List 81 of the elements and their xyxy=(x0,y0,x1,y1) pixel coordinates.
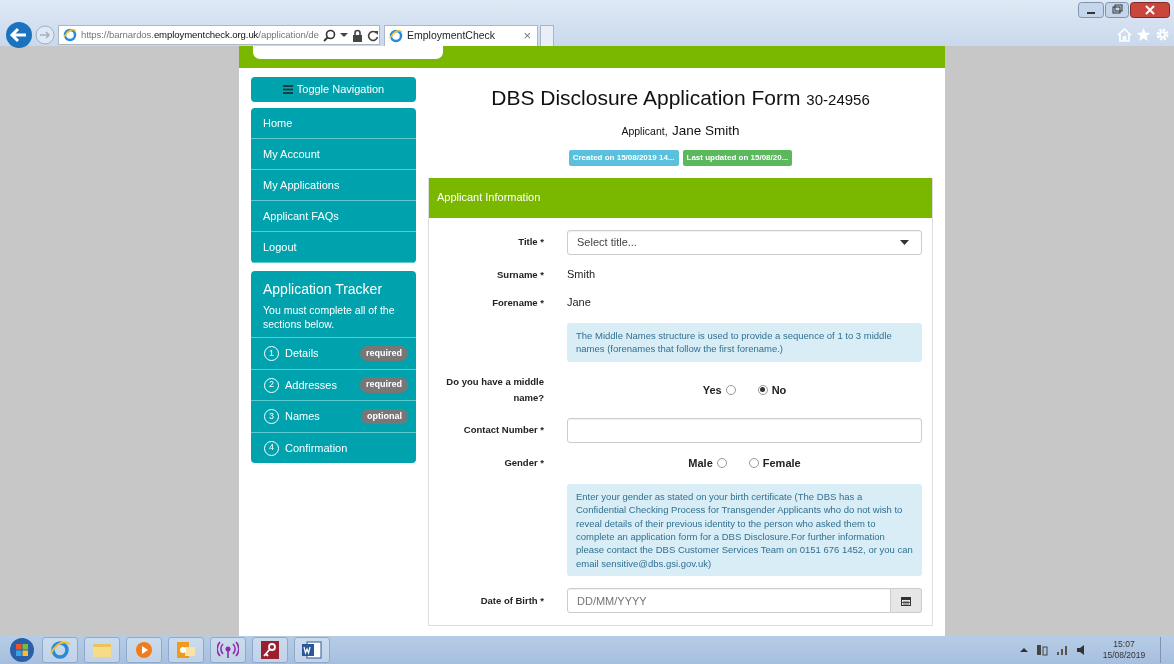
nav-link[interactable]: Applicant FAQs xyxy=(251,201,416,232)
field-label: Title * xyxy=(517,234,544,249)
date-badge: Last updated on 15/08/20... xyxy=(682,149,793,166)
calendar-icon xyxy=(901,595,911,606)
search-icon[interactable] xyxy=(322,28,336,42)
star-icon[interactable] xyxy=(1136,27,1151,42)
browser-tab[interactable]: EmploymentCheck × xyxy=(384,25,538,46)
podcast-taskbar-button[interactable] xyxy=(210,637,246,663)
lock-icon xyxy=(351,28,363,42)
mail-app-icon xyxy=(175,640,197,660)
nav-link[interactable]: Home xyxy=(251,108,416,139)
tab-title: EmploymentCheck xyxy=(407,28,496,44)
tracker-note: You must complete all of the sections below. xyxy=(263,304,396,332)
menu-icon xyxy=(282,85,293,94)
field-label: Contact Number * xyxy=(462,423,544,438)
title-select[interactable]: Select title... xyxy=(567,229,922,255)
contact-number-field[interactable] xyxy=(567,418,922,444)
tracker-step[interactable]: 2 Addresses required xyxy=(251,368,416,401)
nav-link[interactable]: My Account xyxy=(251,139,416,170)
toggle-navigation-button[interactable]: Toggle Navigation xyxy=(251,77,416,102)
tracker-title: Application Tracker xyxy=(263,280,384,299)
status-badge: required xyxy=(360,345,408,362)
address-bar[interactable]: https://barnardos.employmentcheck.org.uk/application/de xyxy=(58,25,380,45)
radio-option[interactable]: Yes xyxy=(702,381,736,399)
info-note: Enter your gender as stated on your birth certificate (The DBS has a Confidential Checking Process for Transgender Applicants who do not wish to reveal details of their previous identity to the person who asked them to complete an application form for a DBS Disclosure.For further information please contact the DBS Customer Services Team on 0151 676 1452, or you can email sensitive@dbs.gsi.gov.uk) xyxy=(567,483,922,577)
tracker-step[interactable]: 4 Confirmation xyxy=(251,431,416,464)
tab-close-button[interactable]: × xyxy=(523,26,531,46)
key-icon xyxy=(260,640,280,660)
step-label: Details xyxy=(285,346,319,362)
browser-logo-icon xyxy=(49,640,71,660)
date-badge: Created on 15/08/2019 14... xyxy=(568,149,679,166)
back-icon[interactable] xyxy=(5,21,33,49)
field-label: Gender * xyxy=(503,456,544,471)
tracker-step[interactable]: 1 Details required xyxy=(251,337,416,369)
field-value: Smith xyxy=(567,267,597,283)
minimize-icon[interactable] xyxy=(1078,2,1104,18)
field-label: Date of Birth * xyxy=(479,593,544,608)
step-label: Addresses xyxy=(285,377,337,393)
field-label: Do you have a middle name? xyxy=(445,374,544,405)
url-text: https://barnardos.employmentcheck.org.uk/application/de xyxy=(81,27,319,42)
nav-link[interactable]: My Applications xyxy=(251,170,416,201)
tray-arrow-icon[interactable] xyxy=(1020,647,1028,653)
tray-device-icon[interactable] xyxy=(1036,644,1048,656)
nav-link[interactable]: Logout xyxy=(251,232,416,263)
media-player-taskbar-button[interactable] xyxy=(126,637,162,663)
play-icon xyxy=(134,640,154,660)
radio-option[interactable]: Male xyxy=(688,455,727,472)
field-label: Forename * xyxy=(491,295,544,310)
calendar-button[interactable] xyxy=(891,588,922,614)
close-icon[interactable] xyxy=(1130,2,1170,18)
browser-logo-icon xyxy=(389,29,403,43)
browser-logo-icon xyxy=(63,28,77,42)
page-title: DBS Disclosure Application Form 30-24956 xyxy=(490,85,871,111)
step-label: Names xyxy=(285,409,320,425)
dropdown-caret-icon[interactable] xyxy=(339,32,348,38)
date-field[interactable]: DD/MM/YYYY xyxy=(567,588,891,614)
step-label: Confirmation xyxy=(285,440,348,456)
tracker-step[interactable]: 3 Names optional xyxy=(251,400,416,432)
restore-icon[interactable] xyxy=(1105,2,1129,18)
dropdown-caret-icon xyxy=(900,239,909,245)
browser-taskbar-button[interactable] xyxy=(42,637,78,663)
field-value: Jane xyxy=(567,295,592,311)
status-badge: required xyxy=(360,377,408,393)
clock-date[interactable]: 15/08/2019 xyxy=(1096,650,1152,662)
start-icon[interactable] xyxy=(8,637,36,663)
folder-icon xyxy=(91,641,113,659)
applicant-line: Applicant, Jane Smith xyxy=(620,121,741,140)
key-taskbar-button[interactable] xyxy=(252,637,288,663)
word-taskbar-button[interactable] xyxy=(294,637,330,663)
panel-header: Applicant Information xyxy=(429,177,932,218)
radio-option[interactable]: No xyxy=(757,381,787,399)
document-app-icon xyxy=(301,640,323,660)
info-note: The Middle Names structure is used to provide a sequence of 1 to 3 middle names (forenames that follow the first forename.) xyxy=(567,322,922,362)
signal-icon[interactable] xyxy=(1056,645,1068,655)
radio-option[interactable]: Female xyxy=(748,455,801,472)
select-placeholder: Select title... xyxy=(577,234,637,250)
clock-time[interactable]: 15:07 xyxy=(1096,638,1152,650)
broadcast-icon xyxy=(217,640,239,660)
field-label: Surname * xyxy=(496,267,544,282)
status-badge: optional xyxy=(361,408,408,425)
refresh-icon[interactable] xyxy=(366,28,379,42)
